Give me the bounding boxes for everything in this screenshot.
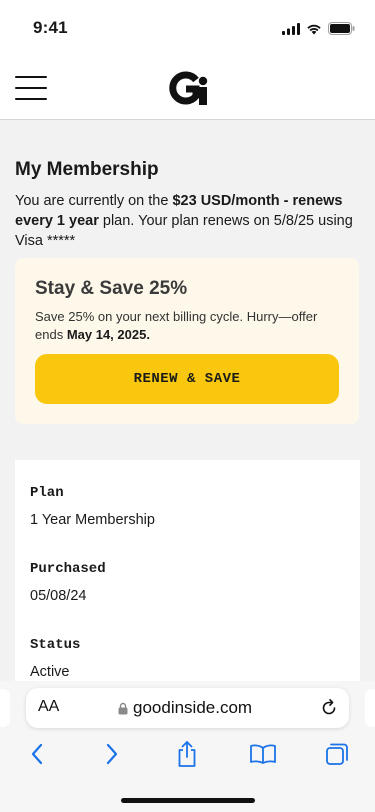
url-text: goodinside.com — [133, 698, 253, 717]
offer-title: Stay & Save 25% — [35, 278, 188, 299]
back-button[interactable] — [22, 739, 52, 769]
offer-card: Stay & Save 25% Save 25% on your next bi… — [15, 258, 359, 424]
url-display[interactable]: goodinside.com — [118, 698, 252, 718]
address-bar[interactable]: AA goodinside.com — [26, 688, 349, 728]
browser-bottom-bar: AA goodinside.com — [0, 681, 375, 812]
wifi-icon — [307, 24, 321, 34]
renew-and-save-button[interactable]: RENEW & SAVE — [35, 354, 339, 404]
battery-icon — [328, 22, 355, 35]
hamburger-line — [15, 76, 47, 78]
status-bar: 9:41 — [0, 0, 375, 56]
browser-toolbar — [0, 739, 375, 769]
cellular-signal-icon — [282, 22, 300, 35]
offer-deadline: May 14, 2025. — [66, 326, 150, 342]
lock-icon — [118, 702, 128, 714]
reload-icon[interactable] — [319, 698, 339, 718]
good-inside-logo-icon[interactable] — [168, 69, 208, 107]
hamburger-line — [15, 98, 47, 100]
main-content: My Membership You are currently on the $… — [0, 121, 375, 681]
book-icon — [250, 744, 276, 764]
text-size-button[interactable]: AA — [38, 698, 59, 716]
membership-intro: You are currently on the $23 USD/month -… — [15, 191, 360, 251]
tabs-button[interactable] — [322, 739, 352, 769]
plan-value: 1 Year Membership — [30, 512, 155, 528]
share-button[interactable] — [172, 739, 202, 769]
text-size-label: AA — [38, 698, 60, 715]
chevron-left-icon — [31, 743, 43, 765]
intro-prefix: You are currently on the — [15, 193, 173, 209]
status-time: 9:41 — [33, 18, 68, 37]
menu-button[interactable] — [15, 76, 47, 100]
hamburger-line — [15, 87, 47, 89]
previous-tab-peek[interactable] — [0, 689, 10, 727]
offer-text: Save 25% on your next billing cycle. Hur… — [35, 308, 345, 343]
plan-label: Plan — [30, 485, 64, 501]
tabs-icon — [326, 743, 348, 765]
status-label: Status — [30, 637, 81, 653]
status-value: Active — [30, 664, 70, 680]
next-tab-peek[interactable] — [365, 689, 375, 727]
membership-details-card: Plan 1 Year Membership Purchased 05/08/2… — [15, 460, 360, 681]
chevron-right-icon — [106, 743, 118, 765]
purchased-value: 05/08/24 — [30, 588, 87, 604]
share-icon — [178, 741, 196, 767]
site-header — [0, 56, 375, 120]
home-indicator — [121, 798, 255, 803]
status-icons — [282, 22, 355, 35]
bookmarks-button[interactable] — [248, 739, 278, 769]
forward-button[interactable] — [97, 739, 127, 769]
purchased-label: Purchased — [30, 561, 106, 577]
page-title: My Membership — [15, 159, 159, 180]
